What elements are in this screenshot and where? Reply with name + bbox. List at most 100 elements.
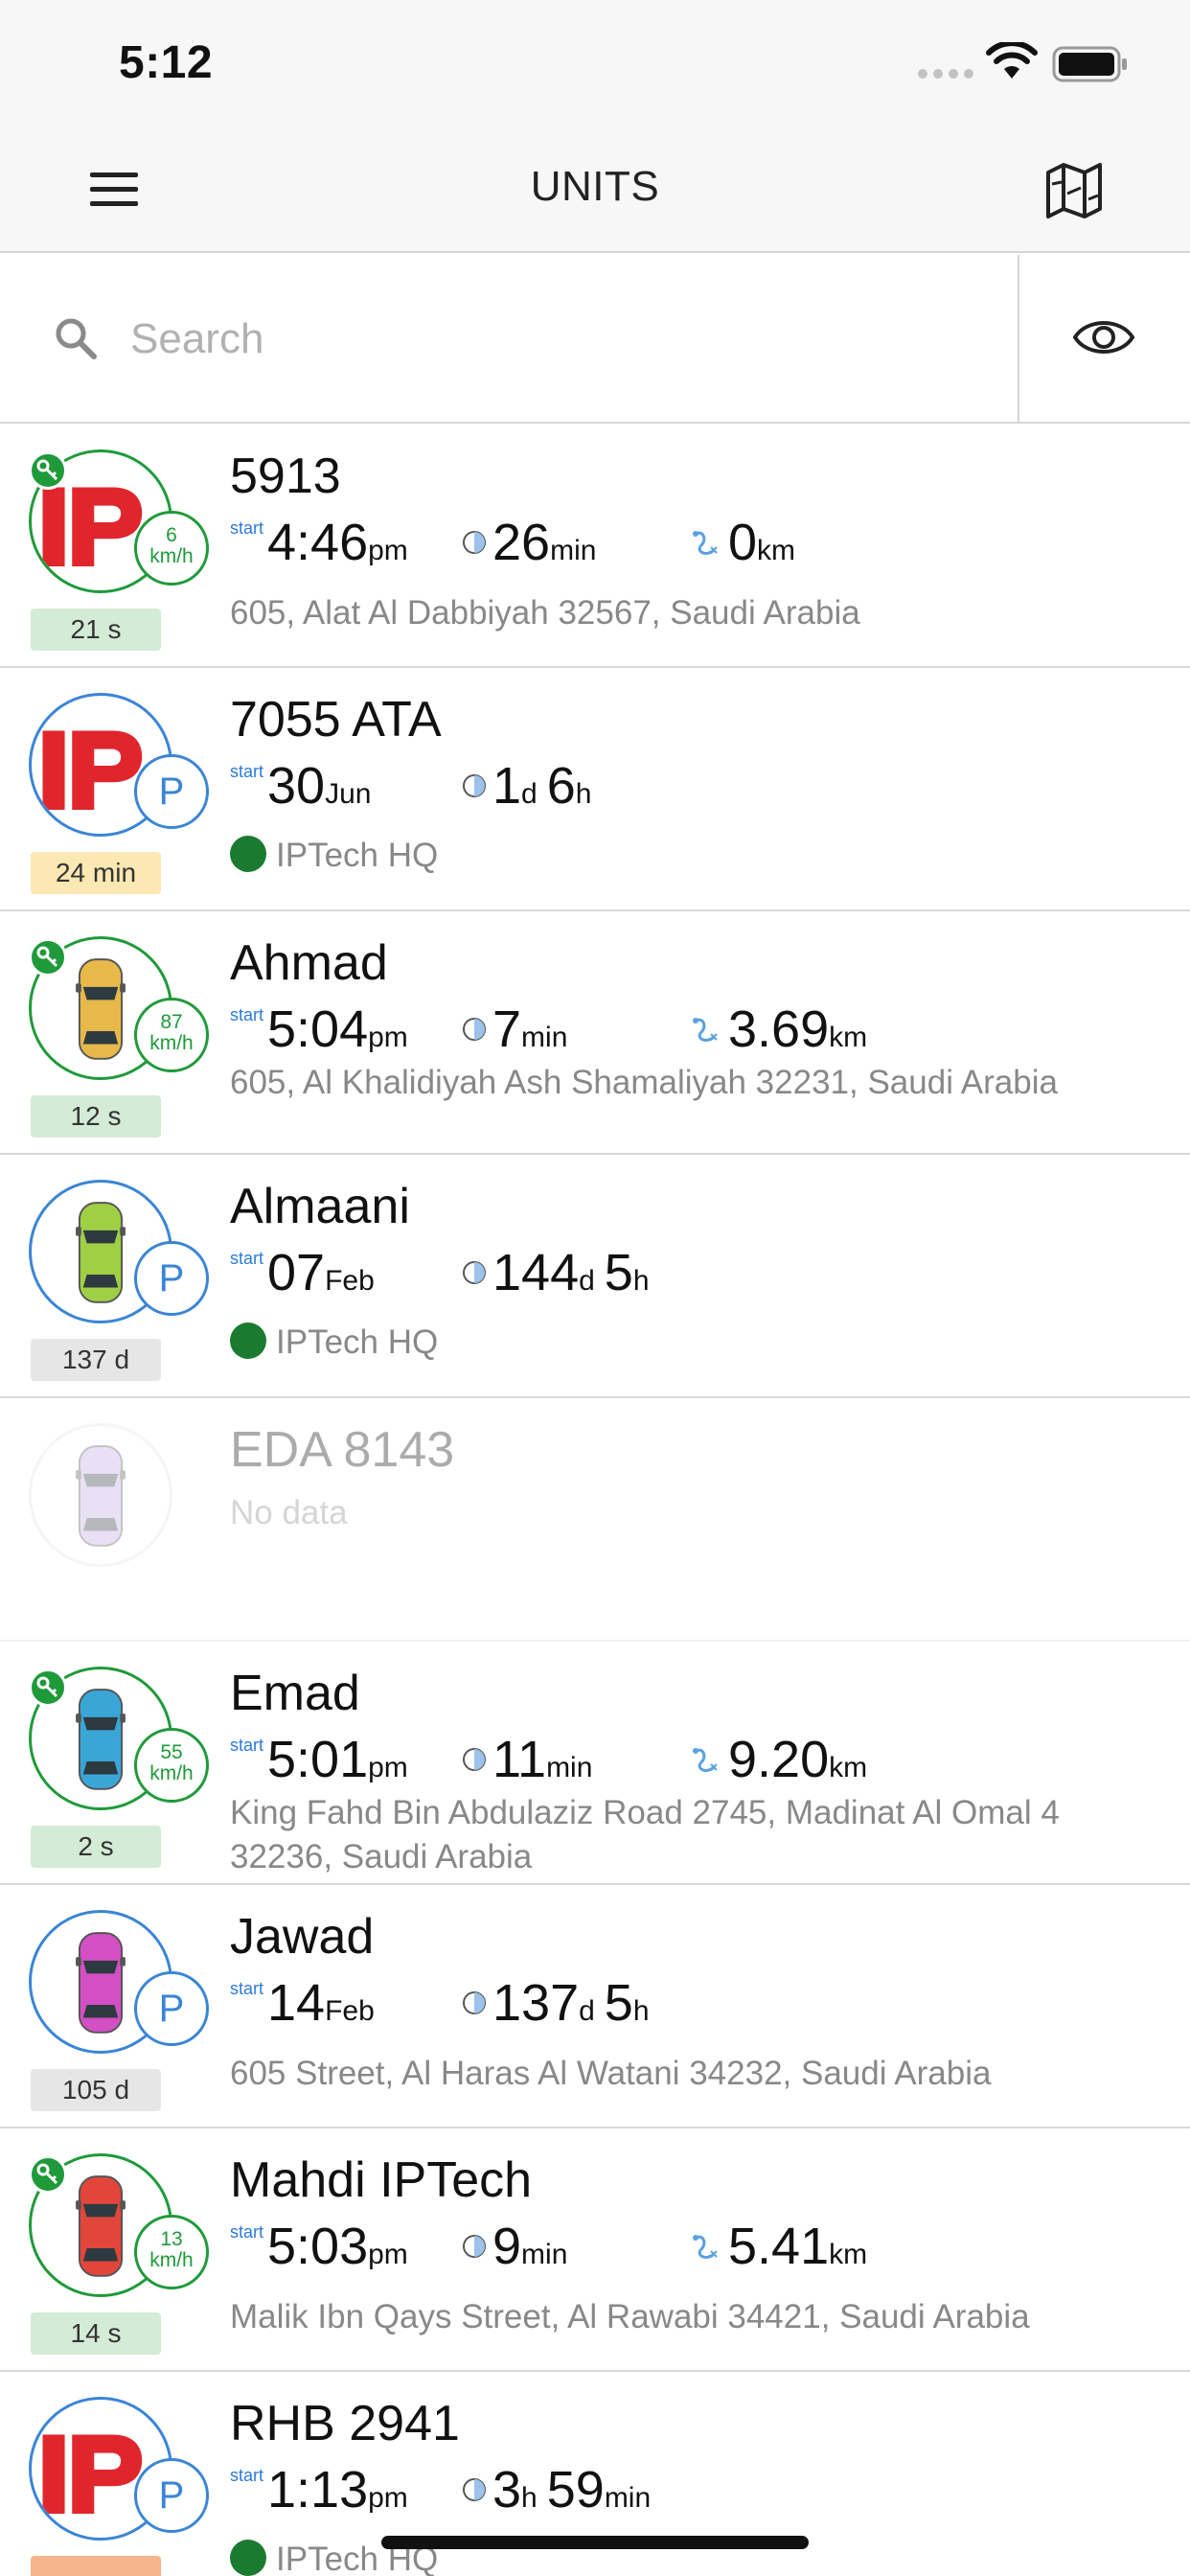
- page-title: UNITS: [530, 163, 660, 210]
- home-indicator: [381, 2536, 809, 2549]
- battery-icon: [1052, 46, 1127, 82]
- duration-value: 9: [492, 2218, 522, 2275]
- start-label: start: [230, 762, 264, 781]
- start-stat: start30Jun: [230, 756, 371, 821]
- unit-name: 7055 ATA: [230, 692, 442, 748]
- status-bar: 5:12: [0, 0, 1190, 126]
- unit-row[interactable]: 87 km/h 12 s Ahmad start5:04pm 7min 3.69km 605,…: [0, 911, 1190, 1155]
- duration-unit: h: [521, 2482, 538, 2514]
- geofence-dot-icon: [230, 835, 266, 872]
- speed-unit: km/h: [149, 1762, 194, 1784]
- duration-value: 7: [492, 1000, 522, 1058]
- start-unit: pm: [368, 2482, 408, 2514]
- distance-unit: km: [757, 535, 796, 566]
- unit-row[interactable]: 6 km/h 21 s 5913 start4:46pm 26min 0km 605, Ala…: [0, 425, 1190, 668]
- ignition-key-icon: [29, 938, 67, 977]
- last-update-badge: 12 s: [31, 1095, 161, 1138]
- duration-value: 3: [492, 2461, 522, 2518]
- last-update-badge: 105 d: [31, 2069, 161, 2111]
- unit-row[interactable]: 55 km/h 2 s Emad start5:01pm 11min 9.20km King …: [0, 1642, 1190, 1885]
- distance-stat: 0km: [692, 513, 795, 578]
- distance-unit: km: [829, 2239, 868, 2270]
- duration-unit: d: [579, 1995, 595, 2027]
- speed-badge: 87 km/h: [134, 998, 209, 1072]
- speed-unit: km/h: [149, 2249, 194, 2271]
- unit-address: 605, Al Khalidiyah Ash Shamaliyah 32231,…: [230, 1064, 1058, 1101]
- duration-value: 5: [604, 1244, 633, 1301]
- unit-row[interactable]: P 137 d Almaani start07Feb 144d 5h IPTech HQ: [0, 1155, 1190, 1398]
- duration-value: 6: [546, 757, 576, 815]
- start-unit: Feb: [325, 1265, 375, 1297]
- wifi-icon: [986, 42, 1038, 79]
- distance-value: 5.41: [728, 2218, 830, 2275]
- duration-value: 26: [492, 514, 551, 571]
- geofence-name: IPTech HQ: [276, 837, 439, 874]
- duration-clock-icon: [462, 773, 492, 807]
- car-top-view-icon: [76, 1445, 126, 1547]
- ignition-key-icon: [29, 1668, 67, 1707]
- unit-row[interactable]: P 105 d Jawad start14Feb 137d 5h 605 Street, A…: [0, 1885, 1190, 2128]
- duration-value: 144: [492, 1244, 580, 1301]
- unit-name: Jawad: [230, 1909, 375, 1965]
- geofence-dot-icon: [230, 1322, 266, 1359]
- start-stat: start5:04pm: [230, 1000, 408, 1065]
- duration-clock-icon: [462, 2477, 492, 2511]
- unit-name: EDA 8143: [230, 1422, 455, 1478]
- last-update-badge: [31, 2556, 161, 2576]
- duration-stat: 3h 59min: [462, 2460, 651, 2525]
- visibility-eye-icon[interactable]: [1071, 314, 1136, 360]
- start-label: start: [230, 1249, 264, 1268]
- duration-unit: min: [521, 1022, 568, 1053]
- start-value: 14: [267, 1974, 326, 2032]
- start-stat: start07Feb: [230, 1243, 375, 1308]
- duration-value: 11: [492, 1731, 547, 1788]
- distance-route-icon: [692, 1747, 728, 1781]
- distance-value: 0: [728, 514, 758, 571]
- duration-value: 137: [492, 1974, 580, 2032]
- start-value: 5:03: [267, 2218, 369, 2275]
- unit-name: 5913: [230, 448, 341, 504]
- geofence-location: IPTech HQ: [230, 835, 439, 876]
- unit-row[interactable]: P 24 min 7055 ATA start30Jun 1d 6h IPTech HQ: [0, 668, 1190, 911]
- duration-clock-icon: [462, 530, 492, 564]
- duration-clock-icon: [462, 1747, 492, 1781]
- distance-unit: km: [829, 1752, 868, 1783]
- distance-route-icon: [692, 530, 728, 564]
- unit-name: Almaani: [230, 1179, 410, 1234]
- distance-stat: 3.69km: [692, 1000, 867, 1065]
- unit-name: Emad: [230, 1666, 360, 1721]
- search-input[interactable]: [130, 309, 993, 370]
- duration-unit: h: [632, 1995, 650, 2027]
- duration-unit: min: [546, 1752, 593, 1783]
- unit-address: Malik Ibn Qays Street, Al Rawabi 34421, …: [230, 2298, 1030, 2335]
- last-update-badge: 14 s: [31, 2312, 161, 2355]
- ignition-key-icon: [29, 2155, 67, 2194]
- start-unit: Jun: [325, 778, 372, 810]
- unit-address: King Fahd Bin Abdulaziz Road 2745, Madin…: [230, 1794, 1060, 1875]
- start-unit: pm: [368, 1022, 408, 1053]
- parking-icon: P: [134, 1241, 209, 1316]
- divider: [1018, 255, 1019, 424]
- unit-row[interactable]: 13 km/h 14 s Mahdi IPTech start5:03pm 9min 5.4…: [0, 2128, 1190, 2372]
- start-stat: start5:03pm: [230, 2217, 408, 2282]
- speed-value: 6: [166, 524, 177, 546]
- map-icon[interactable]: [1044, 161, 1104, 218]
- start-stat: start5:01pm: [230, 1730, 408, 1795]
- duration-value: 5: [604, 1974, 633, 2032]
- unit-row[interactable]: EDA 8143 No data: [0, 1398, 1190, 1642]
- duration-stat: 26min: [462, 513, 596, 578]
- trip-stats: start1:13pm 3h 59min: [230, 2460, 1169, 2525]
- distance-route-icon: [692, 2234, 728, 2267]
- start-label: start: [230, 2466, 264, 2485]
- unit-name: Mahdi IPTech: [230, 2152, 533, 2208]
- speed-value: 13: [160, 2228, 183, 2250]
- duration-unit: h: [632, 1265, 650, 1297]
- start-label: start: [230, 2222, 264, 2242]
- start-unit: pm: [368, 535, 408, 566]
- trip-stats: start07Feb 144d 5h: [230, 1243, 1169, 1308]
- start-unit: Feb: [325, 1995, 375, 2027]
- duration-stat: 11min: [462, 1730, 592, 1795]
- start-unit: pm: [368, 2239, 408, 2270]
- speed-value: 87: [160, 1011, 183, 1033]
- start-value: 07: [267, 1244, 326, 1301]
